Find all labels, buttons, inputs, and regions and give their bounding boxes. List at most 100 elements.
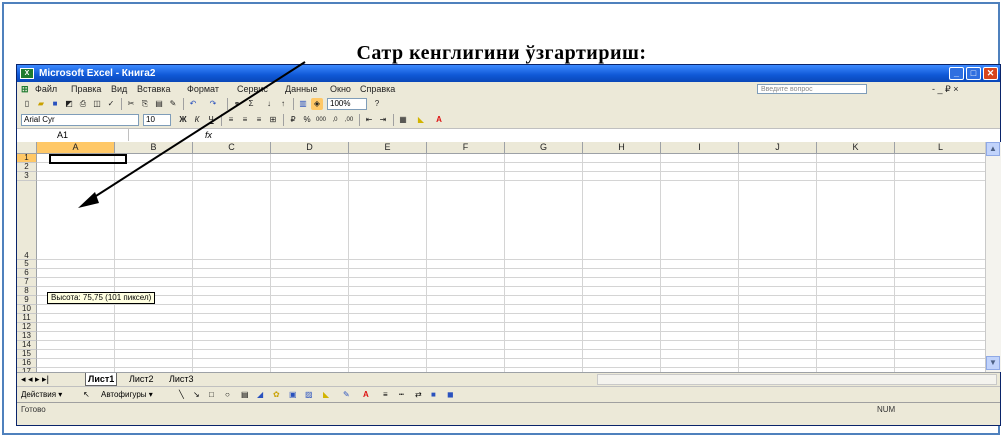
undo-icon[interactable]: ↶ <box>187 98 199 110</box>
title-bar[interactable]: X Microsoft Excel - Книга2 _ □ ✕ <box>17 65 1000 82</box>
clipart-icon[interactable]: ▣ <box>289 387 297 403</box>
new-icon[interactable]: ▯ <box>21 98 33 110</box>
bold-icon[interactable]: Ж <box>177 114 189 126</box>
preview-icon[interactable]: ◫ <box>91 98 103 110</box>
cut-icon[interactable]: ✂ <box>125 98 137 110</box>
italic-icon[interactable]: К <box>191 114 203 126</box>
thousands-icon[interactable]: 000 <box>315 114 327 126</box>
column-header-k[interactable]: K <box>817 142 895 154</box>
select-objects-icon[interactable]: ↖ <box>83 387 90 403</box>
close-button[interactable]: ✕ <box>983 67 998 80</box>
chart-wizard-icon[interactable]: ▥ <box>297 98 309 110</box>
shadow-icon[interactable]: ■ <box>431 387 436 403</box>
menu-file[interactable]: Файл <box>35 82 57 96</box>
diagram-icon[interactable]: ✿ <box>273 387 280 403</box>
vertical-scrollbar[interactable]: ▲ ▼ <box>985 142 1001 372</box>
font-size-select[interactable]: 10 <box>143 114 171 126</box>
dash-style-icon[interactable]: ┅ <box>399 387 404 403</box>
format-painter-icon[interactable]: ✎ <box>167 98 179 110</box>
spelling-icon[interactable]: ✓ <box>105 98 117 110</box>
help-icon[interactable]: ? <box>371 98 383 110</box>
sort-desc-icon[interactable]: ↑ <box>277 98 289 110</box>
print-icon[interactable]: ⎙ <box>77 98 89 110</box>
column-header-c[interactable]: C <box>193 142 271 154</box>
ask-question-input[interactable]: Введите вопрос <box>757 84 867 94</box>
oval-icon[interactable]: ○ <box>225 387 230 403</box>
column-header-a[interactable]: A <box>37 142 115 154</box>
column-header-f[interactable]: F <box>427 142 505 154</box>
font-color-icon[interactable]: A <box>433 114 445 126</box>
actions-menu[interactable]: Действия ▾ <box>21 387 62 403</box>
doc-icon[interactable]: ⊞ <box>21 82 29 96</box>
autosum-icon[interactable]: Σ <box>245 98 257 110</box>
menu-window[interactable]: Окно <box>330 82 351 96</box>
textbox-icon[interactable]: ▤ <box>241 387 249 403</box>
menu-tools[interactable]: Сервис <box>237 82 268 96</box>
drawing-icon[interactable]: ◈ <box>311 98 323 110</box>
menu-format[interactable]: Формат <box>187 82 219 96</box>
permission-icon[interactable]: ◩ <box>63 98 75 110</box>
row-header-4[interactable]: 4 <box>17 181 37 260</box>
scroll-down-icon[interactable]: ▼ <box>986 356 1000 370</box>
row-header-3[interactable]: 3 <box>17 172 37 181</box>
line-icon[interactable]: ╲ <box>179 387 184 403</box>
underline-icon[interactable]: Ч <box>205 114 217 126</box>
name-box[interactable]: A1 <box>19 129 129 141</box>
menu-help[interactable]: Справка <box>360 82 395 96</box>
rectangle-icon[interactable]: □ <box>209 387 214 403</box>
increase-decimal-icon[interactable]: ,0 <box>329 114 341 126</box>
font-name-select[interactable]: Arial Cyr <box>21 114 139 126</box>
column-header-h[interactable]: H <box>583 142 661 154</box>
redo-icon[interactable]: ↷ <box>207 98 219 110</box>
column-header-e[interactable]: E <box>349 142 427 154</box>
picture-icon[interactable]: ▨ <box>305 387 313 403</box>
arrow-style-icon[interactable]: ⇄ <box>415 387 422 403</box>
percent-icon[interactable]: % <box>301 114 313 126</box>
column-header-d[interactable]: D <box>271 142 349 154</box>
doc-window-controls[interactable]: - _ ₽ × <box>932 82 959 96</box>
column-header-j[interactable]: J <box>739 142 817 154</box>
fill-color-icon[interactable]: ◣ <box>415 114 427 126</box>
copy-icon[interactable]: ⎘ <box>139 98 151 110</box>
column-header-b[interactable]: B <box>115 142 193 154</box>
minimize-button[interactable]: _ <box>949 67 964 80</box>
menu-insert[interactable]: Вставка <box>137 82 170 96</box>
worksheet-grid[interactable]: ABCDEFGHIJKL 1 2 3 4 5 6 7 8 9 10 11 12 13 14 15 16 17 В… <box>17 142 985 372</box>
sheet-tab-3[interactable]: Лист3 <box>167 373 196 385</box>
line-color-icon[interactable]: ✎ <box>343 387 350 403</box>
menu-data[interactable]: Данные <box>285 82 318 96</box>
align-right-icon[interactable]: ≡ <box>253 114 265 126</box>
borders-icon[interactable]: ▦ <box>397 114 409 126</box>
menu-view[interactable]: Вид <box>111 82 127 96</box>
column-header-g[interactable]: G <box>505 142 583 154</box>
merge-center-icon[interactable]: ⊞ <box>267 114 279 126</box>
sort-asc-icon[interactable]: ↓ <box>263 98 275 110</box>
decrease-decimal-icon[interactable]: ,00 <box>343 114 355 126</box>
line-style-icon[interactable]: ≡ <box>383 387 388 403</box>
sheet-tab-1[interactable]: Лист1 <box>85 373 118 386</box>
fx-icon[interactable]: fx <box>205 129 212 141</box>
align-center-icon[interactable]: ≡ <box>239 114 251 126</box>
draw-font-color-icon[interactable]: A <box>363 387 369 403</box>
currency-icon[interactable]: ₽ <box>287 114 299 126</box>
zoom-select[interactable]: 100% <box>327 98 367 110</box>
save-icon[interactable]: ■ <box>49 98 61 110</box>
active-cell[interactable] <box>49 154 127 164</box>
sheet-nav-buttons[interactable]: ◂ ◂ ▸ ▸| <box>19 373 51 385</box>
scroll-up-icon[interactable]: ▲ <box>986 142 1000 156</box>
maximize-button[interactable]: □ <box>966 67 981 80</box>
align-left-icon[interactable]: ≡ <box>225 114 237 126</box>
horizontal-scrollbar[interactable] <box>597 374 997 385</box>
arrow-icon[interactable]: ↘ <box>193 387 200 403</box>
hyperlink-icon[interactable]: ⚭ <box>231 98 243 110</box>
column-header-l[interactable]: L <box>895 142 985 154</box>
column-header-i[interactable]: I <box>661 142 739 154</box>
draw-fill-color-icon[interactable]: ◣ <box>323 387 329 403</box>
open-icon[interactable]: ▰ <box>35 98 47 110</box>
wordart-icon[interactable]: ◢ <box>257 387 263 403</box>
sheet-tab-2[interactable]: Лист2 <box>127 373 156 385</box>
3d-style-icon[interactable]: ◼ <box>447 387 454 403</box>
paste-icon[interactable]: ▤ <box>153 98 165 110</box>
autoshapes-menu[interactable]: Автофигуры ▾ <box>101 387 153 403</box>
menu-edit[interactable]: Правка <box>71 82 101 96</box>
